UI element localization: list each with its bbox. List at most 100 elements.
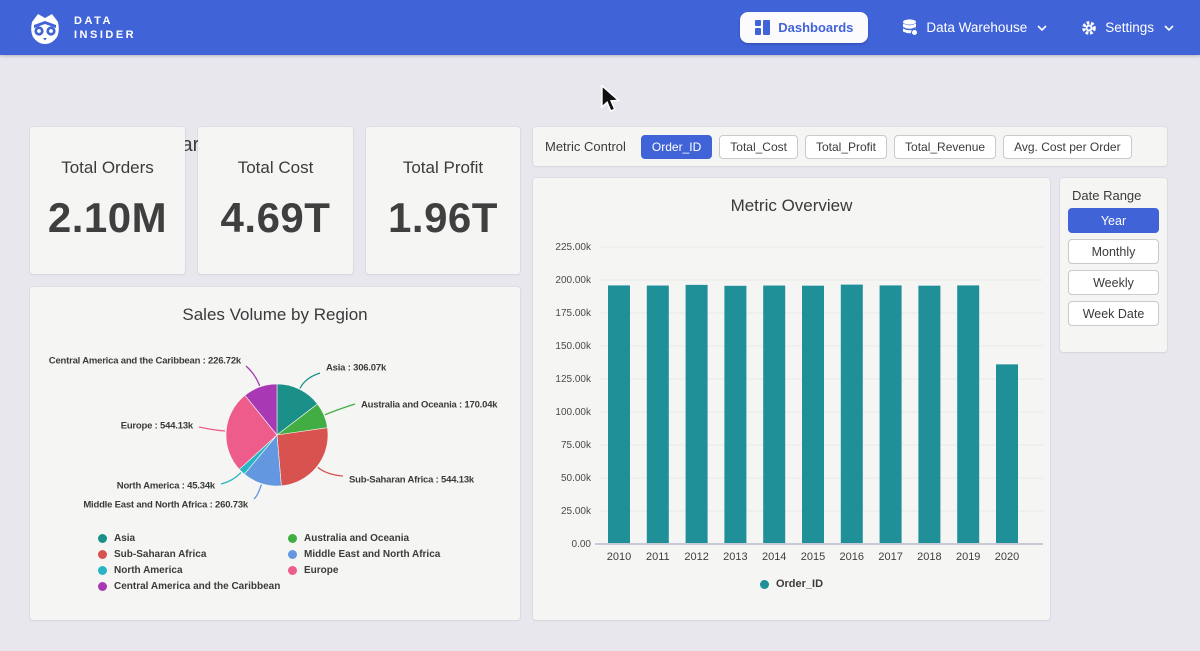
pie-slice-label: Asia : 306.07k [326, 363, 387, 374]
pie-label-line [318, 467, 343, 476]
x-tick-label: 2017 [878, 551, 902, 563]
pie-legend-item[interactable]: North America [98, 565, 183, 576]
kpi-value: 2.10M [30, 194, 185, 242]
x-tick-label: 2018 [917, 551, 941, 563]
kpi-label: Total Profit [366, 158, 520, 178]
date-range-year-button[interactable]: Year [1068, 208, 1159, 233]
data-warehouse-menu[interactable]: Data Warehouse [902, 19, 1047, 36]
pie-legend-item[interactable]: Australia and Oceania [288, 533, 409, 544]
bar[interactable] [996, 364, 1018, 544]
bar-legend-item[interactable]: Order_ID [533, 578, 1050, 590]
x-tick-label: 2019 [956, 551, 980, 563]
pie-label-line [325, 404, 355, 415]
kpi-value: 1.96T [366, 194, 520, 242]
settings-menu[interactable]: Settings [1081, 20, 1174, 36]
x-tick-label: 2016 [840, 551, 864, 563]
chevron-down-icon [1164, 25, 1174, 31]
pie-chart-card: Sales Volume by Region Asia : 306.07k Aus… [30, 287, 520, 620]
grid-icon [755, 20, 770, 35]
chevron-down-icon [1037, 25, 1047, 31]
y-tick-label: 175.00k [555, 308, 592, 319]
bar-chart-title: Metric Overview [533, 196, 1050, 216]
metric-button-total-revenue[interactable]: Total_Revenue [894, 135, 996, 159]
pie-slice[interactable] [277, 428, 328, 486]
pie-legend-item[interactable]: Sub-Saharan Africa [98, 549, 206, 560]
legend-dot [98, 550, 107, 559]
y-tick-label: 150.00k [555, 341, 592, 352]
legend-dot [288, 566, 297, 575]
gear-icon [1081, 20, 1097, 36]
kpi-card-total-cost: Total Cost 4.69T [198, 127, 353, 274]
date-range-monthly-button[interactable]: Monthly [1068, 239, 1159, 264]
pie-slice-label: Sub-Saharan Africa : 544.13k [349, 475, 475, 486]
y-tick-label: 0.00 [572, 539, 592, 550]
bar[interactable] [647, 286, 669, 544]
page-header: Sales Dashboard Add Filter Boost:Off [0, 55, 1200, 120]
y-tick-label: 50.00k [561, 473, 592, 484]
metric-button-order-id[interactable]: Order_ID [641, 135, 712, 159]
brand[interactable]: DATA INSIDER [26, 9, 136, 47]
pie-slice-label: Australia and Oceania : 170.04k [361, 400, 498, 411]
bar[interactable] [957, 285, 979, 544]
nav-menu: Dashboards Data Warehouse [740, 12, 1174, 43]
pie-slice-label: North America : 45.34k [117, 481, 216, 492]
pie-legend-item[interactable]: Europe [288, 565, 338, 576]
dashboards-button[interactable]: Dashboards [740, 12, 868, 43]
x-tick-label: 2013 [723, 551, 747, 563]
bar[interactable] [880, 285, 902, 544]
date-range-weekly-button[interactable]: Weekly [1068, 270, 1159, 295]
kpi-value: 4.69T [198, 194, 353, 242]
date-range-label: Date Range [1072, 188, 1141, 203]
pie-slice-label: Central America and the Caribbean : 226.… [49, 356, 242, 367]
pie-label-line [254, 485, 261, 499]
bar[interactable] [841, 285, 863, 544]
metric-button-avg-cost[interactable]: Avg. Cost per Order [1003, 135, 1132, 159]
y-tick-label: 125.00k [555, 374, 592, 385]
data-warehouse-label: Data Warehouse [926, 20, 1027, 35]
legend-dot [98, 582, 107, 591]
settings-label: Settings [1105, 20, 1154, 35]
bar[interactable] [802, 286, 824, 544]
bar[interactable] [918, 286, 940, 544]
pie-legend-item[interactable]: Central America and the Caribbean [98, 581, 280, 592]
metric-control-label: Metric Control [545, 139, 626, 154]
date-range-weekdate-button[interactable]: Week Date [1068, 301, 1159, 326]
y-tick-label: 100.00k [555, 407, 592, 418]
metric-button-total-cost[interactable]: Total_Cost [719, 135, 798, 159]
y-tick-label: 225.00k [555, 242, 592, 253]
bar-chart-card: Metric Overview 0.0025.00k50.00k75.00k10… [533, 178, 1050, 620]
bar-chart[interactable]: 0.0025.00k50.00k75.00k100.00k125.00k150.… [533, 238, 1050, 573]
bar[interactable] [724, 286, 746, 544]
pie-label-line [300, 373, 320, 388]
bar[interactable] [763, 286, 785, 544]
pie-chart-title: Sales Volume by Region [30, 305, 520, 325]
legend-dot [288, 534, 297, 543]
x-tick-label: 2012 [684, 551, 708, 563]
pie-legend-item[interactable]: Middle East and North Africa [288, 549, 440, 560]
legend-dot [98, 534, 107, 543]
y-tick-label: 25.00k [561, 506, 592, 517]
bar[interactable] [608, 285, 630, 544]
kpi-label: Total Orders [30, 158, 185, 178]
pie-slice-label: Middle East and North Africa : 260.73k [83, 500, 249, 511]
y-tick-label: 200.00k [555, 275, 592, 286]
owl-logo-icon [26, 9, 64, 47]
top-navbar: DATA INSIDER Dashboards D [0, 0, 1200, 55]
x-tick-label: 2014 [762, 551, 786, 563]
pie-label-line [199, 427, 225, 431]
database-icon [902, 19, 918, 36]
kpi-card-total-orders: Total Orders 2.10M [30, 127, 185, 274]
brand-text: DATA INSIDER [74, 14, 136, 42]
pie-slice-label: Europe : 544.13k [121, 421, 194, 432]
legend-dot [288, 550, 297, 559]
x-tick-label: 2015 [801, 551, 825, 563]
x-tick-label: 2010 [607, 551, 631, 563]
legend-dot [98, 566, 107, 575]
metric-control-bar: Metric Control Order_ID Total_Cost Total… [533, 127, 1167, 166]
metric-button-total-profit[interactable]: Total_Profit [805, 135, 887, 159]
kpi-card-total-profit: Total Profit 1.96T [366, 127, 520, 274]
page: DATA INSIDER Dashboards D [0, 0, 1200, 651]
pie-label-line [221, 473, 241, 484]
bar[interactable] [686, 285, 708, 544]
pie-legend-item[interactable]: Asia [98, 533, 135, 544]
